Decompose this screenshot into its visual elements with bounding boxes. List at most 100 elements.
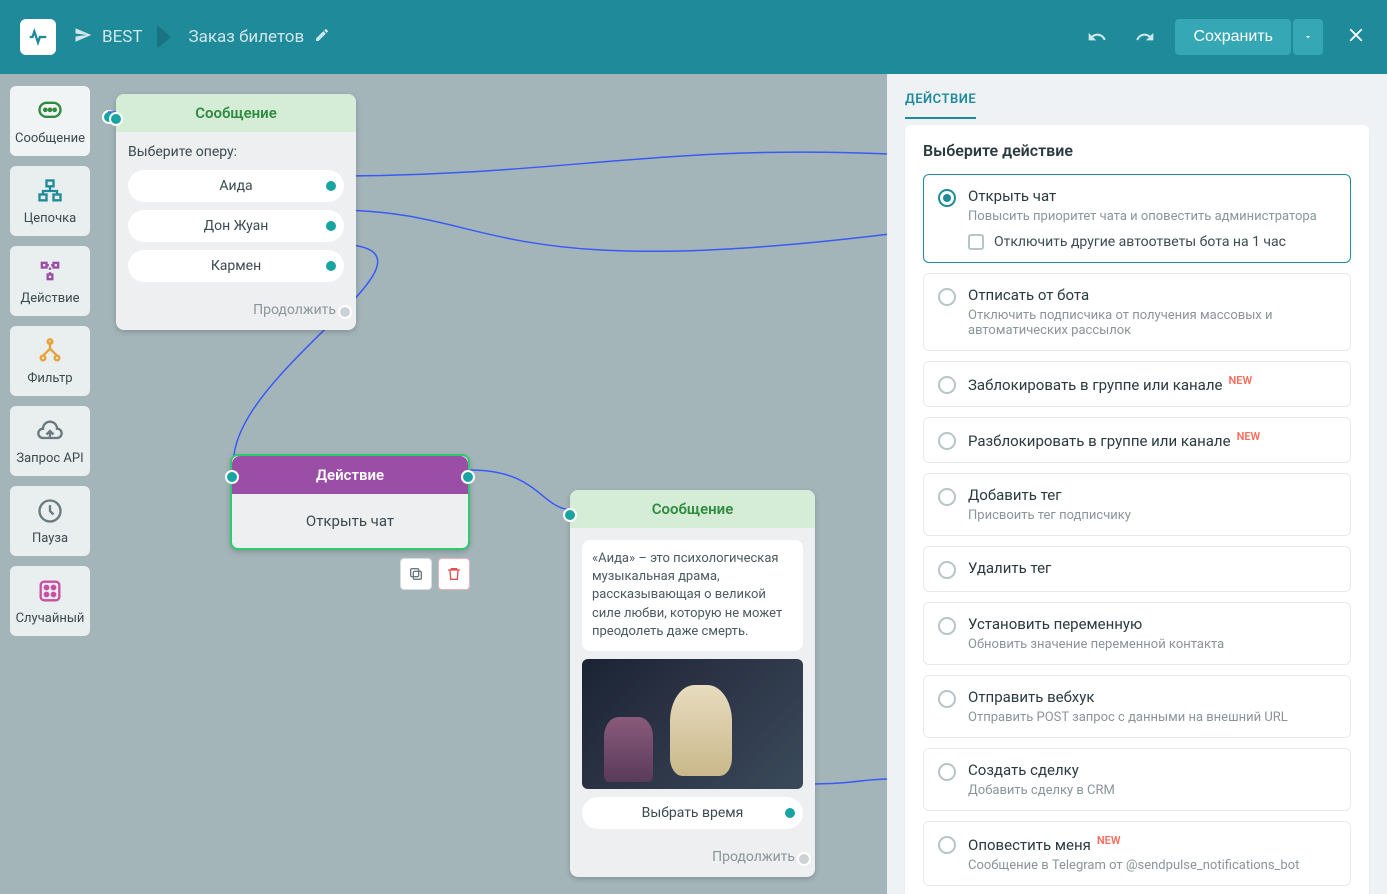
action-option-0[interactable]: Открыть чатПовысить приоритет чата и опо… (923, 174, 1351, 263)
option-button[interactable]: Выбрать время (582, 797, 803, 829)
api-icon (36, 417, 64, 445)
tool-action[interactable]: Действие (10, 246, 90, 316)
checkbox[interactable] (968, 234, 984, 250)
option-button-1[interactable]: Дон Жуан (128, 210, 344, 242)
edit-icon[interactable] (314, 27, 330, 48)
radio-label: Оповестить меняNEW (968, 834, 1336, 854)
radio-circle (938, 432, 956, 450)
radio-label: Добавить тег (968, 486, 1336, 504)
option-port[interactable] (324, 219, 338, 233)
continue-label: Продолжить (712, 849, 795, 865)
tool-filter[interactable]: Фильтр (10, 326, 90, 396)
radio-circle (938, 488, 956, 506)
radio-desc: Повысить приоритет чата и оповестить адм… (968, 209, 1336, 224)
action-option-2[interactable]: Заблокировать в группе или каналеNEW (923, 361, 1351, 407)
panel-card: Выберите действие Открыть чатПовысить пр… (905, 125, 1369, 894)
node-prompt: Выберите оперу: (128, 144, 344, 160)
action-option-4[interactable]: Добавить тегПрисвоить тег подписчику (923, 473, 1351, 536)
tool-label: Запрос API (16, 451, 83, 466)
node-message-1[interactable]: Сообщение Выберите оперу: Аида Дон Жуан … (116, 94, 356, 330)
radio-desc: Добавить сделку в CRM (968, 783, 1336, 798)
radio-desc: Обновить значение переменной контакта (968, 637, 1336, 652)
radio-label: Отписать от бота (968, 286, 1336, 304)
save-dropdown[interactable] (1293, 19, 1323, 55)
option-button-2[interactable]: Кармен (128, 250, 344, 282)
panel-title: Выберите действие (923, 141, 1351, 160)
radio-content: Удалить тег (968, 559, 1336, 579)
breadcrumb-bot[interactable]: BEST (74, 26, 171, 49)
node-output-port[interactable] (461, 470, 475, 484)
tool-label: Случайный (16, 611, 85, 626)
tool-label: Цепочка (24, 211, 77, 226)
breadcrumb-flow[interactable]: Заказ билетов (189, 27, 359, 48)
radio-circle (938, 288, 956, 306)
option-label: Выбрать время (642, 805, 744, 821)
node-body: Открыть чат (232, 494, 468, 548)
continue-port[interactable] (797, 852, 811, 866)
node-input-port[interactable] (563, 508, 577, 522)
logo[interactable] (20, 19, 56, 55)
radio-content: Оповестить меняNEWСообщение в Telegram о… (968, 834, 1336, 873)
topbar-left: BEST Заказ билетов (20, 19, 358, 55)
node-title: Действие (232, 456, 468, 494)
close-button[interactable] (1345, 24, 1367, 50)
tool-api[interactable]: Запрос API (10, 406, 90, 476)
tool-chain[interactable]: Цепочка (10, 166, 90, 236)
random-icon (36, 577, 64, 605)
node-input-port[interactable] (225, 470, 239, 484)
tool-label: Пауза (32, 531, 68, 546)
radio-circle (938, 376, 956, 394)
node-input-port[interactable] (109, 112, 123, 126)
checkbox-row[interactable]: Отключить другие автоответы бота на 1 ча… (968, 234, 1336, 250)
action-option-5[interactable]: Удалить тег (923, 546, 1351, 592)
node-message-2[interactable]: Сообщение «Аида» – это психологическая м… (570, 490, 815, 877)
tool-label: Фильтр (27, 371, 72, 386)
continue-port[interactable] (338, 305, 352, 319)
option-label: Дон Жуан (204, 218, 269, 234)
radio-label: Заблокировать в группе или каналеNEW (968, 374, 1336, 394)
option-port[interactable] (324, 259, 338, 273)
save-group: Сохранить (1175, 19, 1323, 55)
radio-label: Создать сделку (968, 761, 1336, 779)
pause-icon (36, 497, 64, 525)
tool-random[interactable]: Случайный (10, 566, 90, 636)
redo-button[interactable] (1127, 19, 1163, 55)
tool-label: Действие (20, 291, 79, 306)
action-option-8[interactable]: Создать сделку Добавить сделку в CRM (923, 748, 1351, 811)
tool-pause[interactable]: Пауза (10, 486, 90, 556)
checkbox-label: Отключить другие автоответы бота на 1 ча… (994, 234, 1286, 250)
tool-label: Сообщение (15, 131, 85, 146)
send-icon (74, 26, 92, 49)
radio-circle (938, 690, 956, 708)
action-option-6[interactable]: Установить переменнуюОбновить значение п… (923, 602, 1351, 665)
node-continue[interactable]: Продолжить (116, 294, 356, 330)
radio-content: Создать сделку Добавить сделку в CRM (968, 761, 1336, 798)
action-option-9[interactable]: Оповестить меняNEWСообщение в Telegram о… (923, 821, 1351, 886)
radio-label: Разблокировать в группе или каналеNEW (968, 430, 1336, 450)
radio-content: Разблокировать в группе или каналеNEW (968, 430, 1336, 450)
message-icon (36, 97, 64, 125)
save-button[interactable]: Сохранить (1175, 19, 1291, 55)
tool-message[interactable]: Сообщение (10, 86, 90, 156)
action-option-3[interactable]: Разблокировать в группе или каналеNEW (923, 417, 1351, 463)
action-option-7[interactable]: Отправить вебхукОтправить POST запрос с … (923, 675, 1351, 738)
panel-tab[interactable]: ДЕЙСТВИЕ (905, 92, 976, 119)
radio-content: Отправить вебхукОтправить POST запрос с … (968, 688, 1336, 725)
radio-content: Заблокировать в группе или каналеNEW (968, 374, 1336, 394)
node-continue[interactable]: Продолжить (570, 841, 815, 877)
radio-content: Установить переменнуюОбновить значение п… (968, 615, 1336, 652)
option-port[interactable] (324, 179, 338, 193)
node-action[interactable]: Действие Открыть чат (230, 454, 470, 550)
option-port[interactable] (783, 806, 797, 820)
undo-button[interactable] (1079, 19, 1115, 55)
radio-content: Добавить тегПрисвоить тег подписчику (968, 486, 1336, 523)
radio-content: Отписать от ботаОтключить подписчика от … (968, 286, 1336, 338)
message-image (582, 659, 803, 789)
duplicate-button[interactable] (400, 558, 432, 590)
radio-list: Открыть чатПовысить приоритет чата и опо… (923, 174, 1351, 886)
option-button-0[interactable]: Аида (128, 170, 344, 202)
pulse-icon (27, 26, 49, 48)
delete-button[interactable] (438, 558, 470, 590)
action-option-1[interactable]: Отписать от ботаОтключить подписчика от … (923, 273, 1351, 351)
option-label: Кармен (211, 258, 261, 274)
